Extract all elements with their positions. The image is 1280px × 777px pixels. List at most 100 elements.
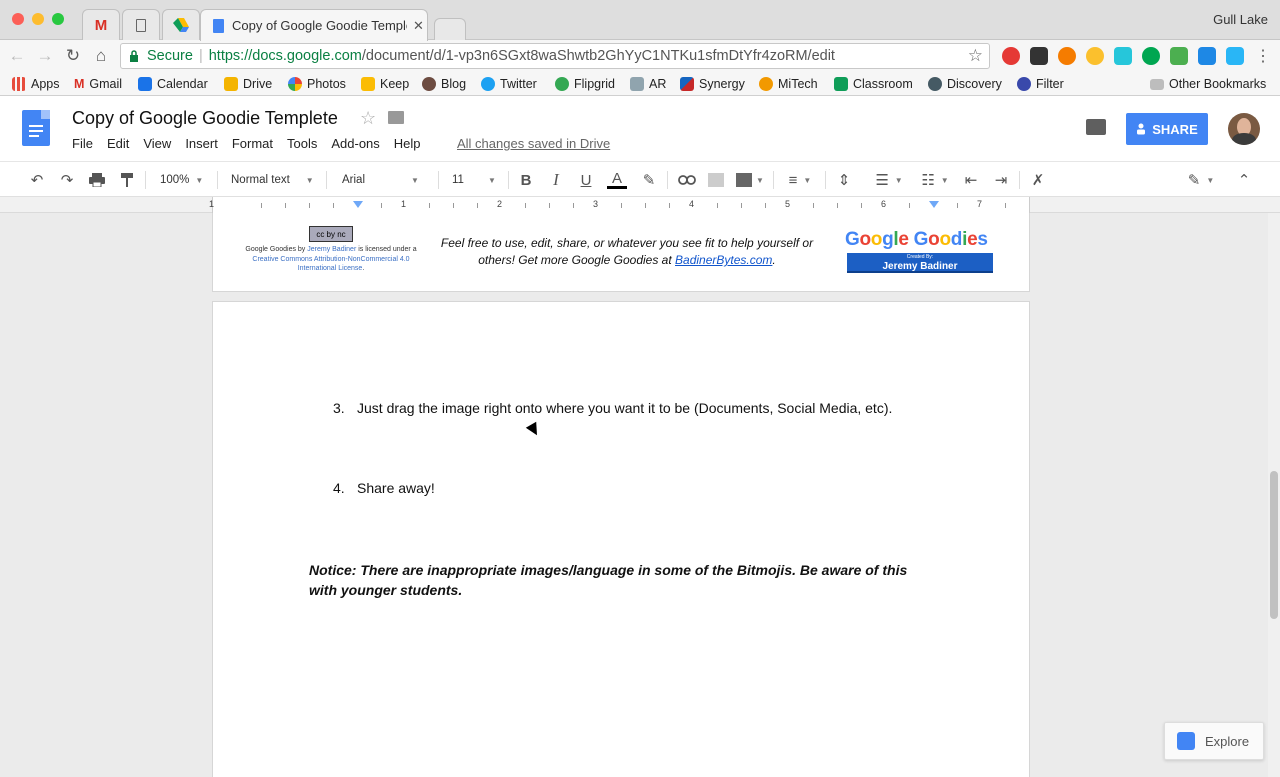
move-to-folder-icon[interactable] bbox=[388, 111, 404, 124]
bookmark-drive[interactable]: Drive bbox=[224, 76, 272, 92]
list-item[interactable]: 3. Just drag the image right onto where … bbox=[333, 400, 892, 416]
close-tab-icon[interactable]: ✕ bbox=[413, 18, 424, 34]
badinerbytes-link[interactable]: BadinerBytes.com bbox=[675, 253, 772, 267]
bookmark-filter[interactable]: Filter bbox=[1017, 76, 1064, 92]
paint-format-icon[interactable] bbox=[117, 169, 137, 191]
text-color-icon[interactable]: A bbox=[606, 169, 628, 191]
star-document-icon[interactable]: ☆ bbox=[360, 108, 376, 129]
qr-code-extension-icon[interactable] bbox=[1030, 47, 1048, 65]
synergy-icon bbox=[680, 77, 694, 91]
new-tab-button[interactable] bbox=[434, 18, 466, 40]
bookmark-classroom[interactable]: Classroom bbox=[834, 76, 913, 92]
share-to-classroom-extension-icon[interactable] bbox=[1198, 47, 1216, 65]
menu-kebab-icon[interactable]: ⋮ bbox=[1252, 45, 1274, 67]
bookmark-ar[interactable]: AR bbox=[630, 76, 666, 92]
line-spacing-icon[interactable]: ⇕ bbox=[833, 169, 855, 191]
clear-formatting-icon[interactable]: ✗ bbox=[1028, 169, 1048, 191]
align-left-icon[interactable]: ≡ ▼ bbox=[783, 169, 817, 191]
reload-icon[interactable]: ↻ bbox=[62, 45, 84, 67]
undo-icon[interactable]: ↶ bbox=[27, 169, 47, 191]
italic-icon[interactable]: I bbox=[546, 169, 566, 191]
docs-home-icon[interactable] bbox=[22, 110, 50, 146]
bookmark-gmail[interactable]: M Gmail bbox=[74, 76, 122, 92]
underline-icon[interactable]: U bbox=[576, 169, 596, 191]
bookmark-photos[interactable]: Photos bbox=[288, 76, 346, 92]
back-icon[interactable]: ← bbox=[6, 45, 28, 67]
insert-image-icon[interactable]: ▼ bbox=[735, 169, 765, 191]
page-footer-area[interactable]: cc by nc Google Goodies by Jeremy Badine… bbox=[212, 213, 1030, 292]
opera-extension-icon[interactable] bbox=[1002, 47, 1020, 65]
notice-paragraph[interactable]: Notice: There are inappropriate images/l… bbox=[309, 560, 929, 600]
explore-button[interactable]: Explore bbox=[1164, 722, 1264, 760]
bookmark-mitech[interactable]: MiTech bbox=[759, 76, 818, 92]
redo-icon[interactable]: ↷ bbox=[57, 169, 77, 191]
tab-drive[interactable] bbox=[162, 9, 200, 40]
decrease-indent-icon[interactable]: ⇤ bbox=[960, 169, 982, 191]
vertical-scrollbar[interactable] bbox=[1268, 213, 1280, 777]
insert-link-icon[interactable] bbox=[676, 169, 698, 191]
document-icon bbox=[136, 18, 146, 32]
list-item[interactable]: 4. Share away! bbox=[333, 480, 435, 496]
document-title[interactable]: Copy of Google Goodie Templete bbox=[72, 108, 338, 129]
share-button[interactable]: SHARE bbox=[1126, 113, 1208, 145]
close-window-button[interactable] bbox=[12, 13, 24, 25]
home-icon[interactable]: ⌂ bbox=[90, 45, 112, 67]
numbered-list-icon[interactable]: ☰ ▼ bbox=[870, 169, 908, 191]
tab-docs-active[interactable]: Copy of Google Goodie Temple ✕ bbox=[200, 9, 428, 41]
author-link[interactable]: Jeremy Badiner bbox=[307, 246, 356, 253]
chat-extension-icon[interactable] bbox=[1142, 47, 1160, 65]
menu-help[interactable]: Help bbox=[394, 136, 421, 151]
bold-icon[interactable]: B bbox=[516, 169, 536, 191]
add-comment-icon[interactable] bbox=[706, 169, 726, 191]
user-avatar[interactable] bbox=[1228, 113, 1260, 145]
bookmark-blog[interactable]: Blog bbox=[422, 76, 466, 92]
bookmark-star-icon[interactable]: ☆ bbox=[968, 46, 983, 66]
menu-view[interactable]: View bbox=[143, 136, 171, 151]
bookmark-keep[interactable]: Keep bbox=[361, 76, 409, 92]
bookmark-twitter[interactable]: Twitter bbox=[481, 76, 537, 92]
editing-mode-icon[interactable]: ✎ ▼ bbox=[1184, 169, 1218, 191]
bookmark-flipgrid[interactable]: Flipgrid bbox=[555, 76, 615, 92]
bookmark-synergy[interactable]: Synergy bbox=[680, 76, 745, 92]
license-link[interactable]: Creative Commons Attribution-NonCommerci… bbox=[252, 256, 409, 273]
left-indent-marker[interactable] bbox=[353, 201, 363, 208]
screenshot-extension-icon[interactable] bbox=[1226, 47, 1244, 65]
menu-file[interactable]: File bbox=[72, 136, 93, 151]
bookmark-calendar[interactable]: Calendar bbox=[138, 76, 208, 92]
highlight-color-icon[interactable]: ✎ bbox=[639, 169, 659, 191]
right-indent-marker[interactable] bbox=[929, 201, 939, 208]
profile-name[interactable]: Gull Lake bbox=[1213, 12, 1268, 27]
bookmark-apps[interactable]: Apps bbox=[12, 76, 60, 92]
document-canvas[interactable]: cc by nc Google Goodies by Jeremy Badine… bbox=[0, 213, 1280, 777]
bookmark-discovery[interactable]: Discovery bbox=[928, 76, 1002, 92]
menu-tools[interactable]: Tools bbox=[287, 136, 317, 151]
save-status[interactable]: All changes saved in Drive bbox=[457, 136, 610, 151]
honey-extension-icon[interactable] bbox=[1058, 47, 1076, 65]
font-size-select[interactable]: 11 ▼ bbox=[452, 170, 500, 190]
forward-icon[interactable]: → bbox=[34, 45, 56, 67]
keep-extension-icon[interactable] bbox=[1170, 47, 1188, 65]
font-family-select[interactable]: Arial ▼ bbox=[342, 170, 428, 190]
increase-indent-icon[interactable]: ⇥ bbox=[990, 169, 1012, 191]
print-icon[interactable] bbox=[87, 169, 107, 191]
other-bookmarks-folder[interactable]: Other Bookmarks bbox=[1150, 76, 1266, 92]
screencast-extension-icon[interactable] bbox=[1114, 47, 1132, 65]
address-bar[interactable]: Secure | https://docs.google.com/documen… bbox=[120, 43, 990, 69]
minimize-window-button[interactable] bbox=[32, 13, 44, 25]
menu-format[interactable]: Format bbox=[232, 136, 273, 151]
emoji-extension-icon[interactable] bbox=[1086, 47, 1104, 65]
tab-document[interactable] bbox=[122, 9, 160, 40]
comments-icon[interactable] bbox=[1086, 119, 1106, 135]
menu-addons[interactable]: Add-ons bbox=[331, 136, 379, 151]
menu-insert[interactable]: Insert bbox=[185, 136, 218, 151]
zoom-select[interactable]: 100% ▼ bbox=[160, 170, 210, 190]
tab-gmail[interactable]: M bbox=[82, 9, 120, 40]
menu-edit[interactable]: Edit bbox=[107, 136, 129, 151]
paragraph-style-select[interactable]: Normal text ▼ bbox=[231, 170, 317, 190]
scrollbar-thumb[interactable] bbox=[1270, 471, 1278, 619]
collapse-menus-icon[interactable]: ⌃ bbox=[1234, 169, 1254, 191]
bookmarks-bar: Apps M Gmail Calendar Drive Photos Keep B… bbox=[0, 72, 1280, 96]
bulleted-list-icon[interactable]: ☷ ▼ bbox=[916, 169, 954, 191]
page-body[interactable]: 3. Just drag the image right onto where … bbox=[212, 301, 1030, 777]
maximize-window-button[interactable] bbox=[52, 13, 64, 25]
